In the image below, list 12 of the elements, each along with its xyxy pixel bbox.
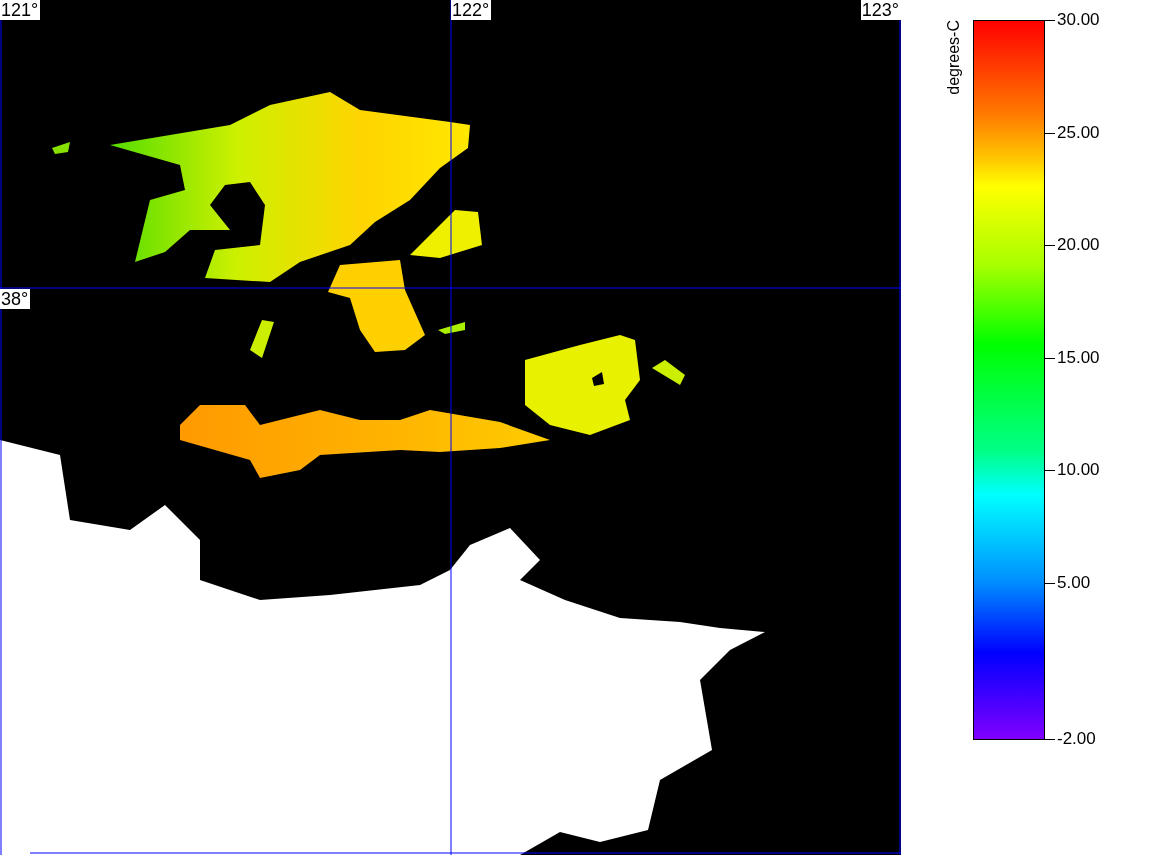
longitude-label: 123°	[860, 0, 901, 20]
longitude-label: 121°	[0, 0, 41, 20]
longitude-label: 122°	[451, 0, 492, 20]
tick-label: 15.00	[1057, 347, 1100, 368]
tick-label: 20.00	[1057, 235, 1100, 256]
tick-label: 5.00	[1057, 573, 1091, 593]
tick-label: 30.00	[1057, 10, 1100, 30]
legend-title: degrees-C	[945, 20, 963, 95]
tick-label: 25.00	[1057, 122, 1100, 143]
tick-label: 10.00	[1057, 460, 1100, 481]
tick-label: -2.00	[1057, 729, 1096, 749]
latitude-label: 38°	[0, 289, 31, 309]
